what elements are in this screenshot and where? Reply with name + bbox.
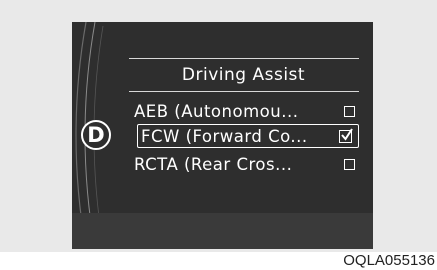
- figure-caption: OQLA055136: [343, 252, 435, 269]
- checkbox-aeb[interactable]: [344, 105, 355, 117]
- display-bottom-band: [72, 213, 373, 249]
- menu-item-label: FCW (Forward Co...: [141, 126, 308, 146]
- gear-indicator-label: D: [87, 122, 105, 147]
- checkbox-fcw[interactable]: [339, 127, 353, 143]
- gear-indicator: D: [81, 120, 111, 150]
- menu-divider: [129, 91, 359, 92]
- cluster-display: D Driving Assist AEB (Autonomou... FCW (…: [72, 22, 373, 249]
- menu-item-fcw[interactable]: FCW (Forward Co...: [137, 124, 359, 148]
- menu-item-aeb[interactable]: AEB (Autonomou...: [134, 99, 361, 123]
- menu-item-label: RCTA (Rear Cros...: [134, 154, 293, 174]
- checkmark-icon: [341, 127, 353, 141]
- checkbox-rcta[interactable]: [344, 158, 355, 170]
- menu-item-rcta[interactable]: RCTA (Rear Cros...: [134, 152, 361, 176]
- menu-title: Driving Assist: [181, 65, 306, 85]
- figure-frame: D Driving Assist AEB (Autonomou... FCW (…: [0, 0, 437, 252]
- menu-divider-top: [129, 58, 359, 59]
- menu-item-label: AEB (Autonomou...: [134, 101, 299, 121]
